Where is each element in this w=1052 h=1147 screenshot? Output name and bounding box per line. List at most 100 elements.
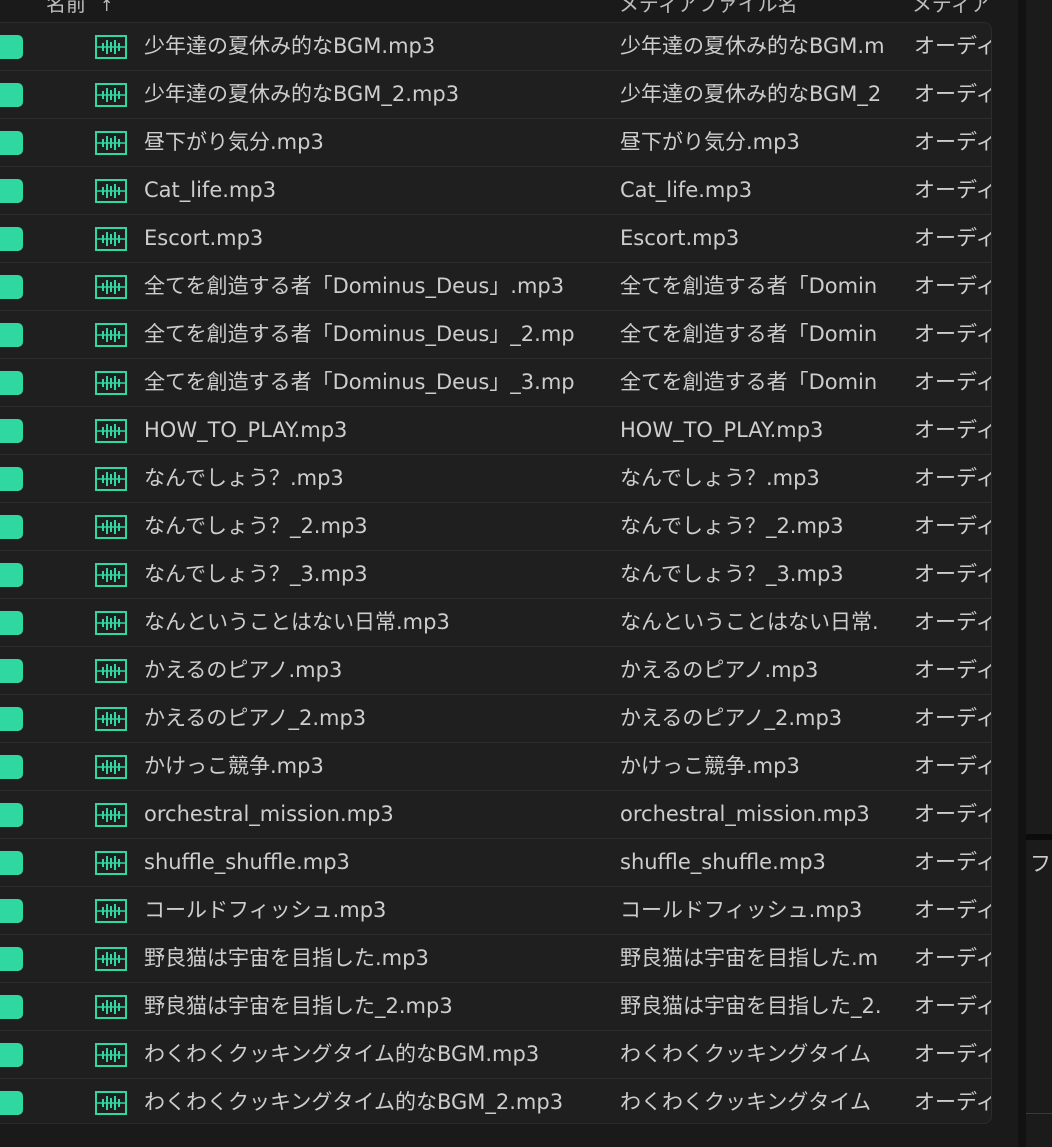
color-label-swatch[interactable] [0, 611, 23, 635]
clip-name: コールドフィッシュ.mp3 [144, 898, 387, 922]
audio-waveform-icon [95, 1091, 127, 1115]
table-row[interactable]: 全てを創造する者「Dominus_Deus」.mp3 全てを創造する者「Domin… [0, 263, 991, 311]
table-row[interactable]: かけっこ競争.mp3 かけっこ競争.mp3 オーディ [0, 743, 991, 791]
color-label-swatch[interactable] [0, 35, 23, 59]
audio-waveform-icon [95, 611, 127, 635]
table-row[interactable]: かえるのピアノ.mp3 かえるのピアノ.mp3 オーディ [0, 647, 991, 695]
table-row[interactable]: 少年達の夏休み的なBGM.mp3 少年達の夏休み的なBGM.m オーディ [0, 23, 991, 71]
clip-name: 全てを創造する者「Dominus_Deus」.mp3 [144, 274, 565, 298]
table-row[interactable]: 昼下がり気分.mp3 昼下がり気分.mp3 オーディ [0, 119, 991, 167]
audio-waveform-icon [95, 947, 127, 971]
audio-waveform-icon [95, 1043, 127, 1067]
table-row[interactable]: なんでしょう？_3.mp3 なんでしょう？_3.mp3 オーディ [0, 551, 991, 599]
color-label-swatch[interactable] [0, 227, 23, 251]
clip-name: 少年達の夏休み的なBGM_2.mp3 [144, 82, 460, 106]
color-label-swatch[interactable] [0, 899, 23, 923]
color-label-swatch[interactable] [0, 371, 23, 395]
table-row[interactable]: 野良猫は宇宙を目指した.mp3 野良猫は宇宙を目指した.m オーディ [0, 935, 991, 983]
color-label-swatch[interactable] [0, 659, 23, 683]
audio-waveform-icon [95, 563, 127, 587]
color-label-swatch[interactable] [0, 755, 23, 779]
media-type: オーディ [914, 610, 991, 634]
table-row[interactable]: わくわくクッキングタイム的なBGM.mp3 わくわくクッキングタイム オーディ [0, 1031, 991, 1079]
media-filename: shuffle_shuffle.mp3 [620, 850, 826, 874]
table-row[interactable]: わくわくクッキングタイム的なBGM_2.mp3 わくわくクッキングタイム オーディ [0, 1079, 991, 1123]
table-row[interactable]: orchestral_mission.mp3 orchestral_mission… [0, 791, 991, 839]
audio-waveform-icon [95, 419, 127, 443]
media-type: オーディ [914, 418, 991, 442]
media-filename: なんということはない日常. [620, 610, 879, 634]
audio-waveform-icon [95, 35, 127, 59]
media-type: オーディ [914, 178, 991, 202]
color-label-swatch[interactable] [0, 1091, 23, 1115]
color-label-swatch[interactable] [0, 515, 23, 539]
column-header: 名前 ↑ メディアファイル名 メディア [0, 0, 990, 22]
media-type: オーディ [914, 802, 991, 826]
table-row[interactable]: 野良猫は宇宙を目指した_2.mp3 野良猫は宇宙を目指した_2. オーディ [0, 983, 991, 1031]
media-type: オーディ [914, 466, 991, 490]
audio-waveform-icon [95, 323, 127, 347]
color-label-swatch[interactable] [0, 1043, 23, 1067]
clip-name: 少年達の夏休み的なBGM.mp3 [144, 34, 436, 58]
right-panel-divider[interactable] [1026, 834, 1052, 840]
table-row[interactable]: なんでしょう？_2.mp3 なんでしょう？_2.mp3 オーディ [0, 503, 991, 551]
media-filename-column-header[interactable]: メディアファイル名 [619, 0, 798, 17]
color-label-swatch[interactable] [0, 419, 23, 443]
table-row[interactable]: なんでしょう？.mp3 なんでしょう？.mp3 オーディ [0, 455, 991, 503]
media-type: オーディ [914, 226, 991, 250]
color-label-swatch[interactable] [0, 563, 23, 587]
media-type: オーディ [914, 706, 991, 730]
color-label-swatch[interactable] [0, 323, 23, 347]
media-type: オーディ [914, 82, 991, 106]
media-file-list: 少年達の夏休み的なBGM.mp3 少年達の夏休み的なBGM.m オーディ 少年達の夏休… [0, 22, 992, 1124]
media-type: オーディ [914, 898, 991, 922]
table-row[interactable]: 少年達の夏休み的なBGM_2.mp3 少年達の夏休み的なBGM_2 オーディ [0, 71, 991, 119]
table-row[interactable]: shuffle_shuffle.mp3 shuffle_shuffle.mp3 オー… [0, 839, 991, 887]
panel-splitter[interactable] [1018, 0, 1026, 1147]
name-column-header[interactable]: 名前 ↑ [46, 0, 113, 17]
clip-name: わくわくクッキングタイム的なBGM.mp3 [144, 1042, 540, 1066]
media-filename: コールドフィッシュ.mp3 [620, 898, 863, 922]
media-filename: かえるのピアノ_2.mp3 [620, 706, 843, 730]
media-type: オーディ [914, 130, 991, 154]
media-filename: かけっこ競争.mp3 [620, 754, 800, 778]
color-label-swatch[interactable] [0, 179, 23, 203]
table-row[interactable]: コールドフィッシュ.mp3 コールドフィッシュ.mp3 オーディ [0, 887, 991, 935]
media-type: オーディ [914, 34, 991, 58]
audio-waveform-icon [95, 851, 127, 875]
table-row[interactable]: Cat_life.mp3 Cat_life.mp3 オーディ [0, 167, 991, 215]
media-filename: わくわくクッキングタイム [620, 1042, 871, 1066]
right-panel [1026, 0, 1052, 1147]
clip-name: なんでしょう？_2.mp3 [144, 514, 368, 538]
media-filename: なんでしょう？.mp3 [620, 466, 820, 490]
table-row[interactable]: かえるのピアノ_2.mp3 かえるのピアノ_2.mp3 オーディ [0, 695, 991, 743]
audio-waveform-icon [95, 515, 127, 539]
clip-name: shuffle_shuffle.mp3 [144, 850, 350, 874]
audio-waveform-icon [95, 275, 127, 299]
media-filename: 少年達の夏休み的なBGM_2 [620, 82, 882, 106]
clip-name: Cat_life.mp3 [144, 178, 277, 202]
media-filename: 全てを創造する者「Domin [620, 274, 878, 298]
audio-waveform-icon [95, 83, 127, 107]
table-row[interactable]: HOW_TO_PLAY.mp3 HOW_TO_PLAY.mp3 オーディ [0, 407, 991, 455]
table-row[interactable]: 全てを創造する者「Dominus_Deus」_2.mp 全てを創造する者「Domi… [0, 311, 991, 359]
media-filename: 全てを創造する者「Domin [620, 322, 878, 346]
color-label-swatch[interactable] [0, 131, 23, 155]
media-filename: 野良猫は宇宙を目指した.m [620, 946, 879, 970]
sort-ascending-icon[interactable]: ↑ [100, 0, 113, 15]
table-row[interactable]: Escort.mp3 Escort.mp3 オーディ [0, 215, 991, 263]
color-label-swatch[interactable] [0, 467, 23, 491]
name-column-label: 名前 [46, 0, 86, 16]
color-label-swatch[interactable] [0, 947, 23, 971]
audio-waveform-icon [95, 227, 127, 251]
color-label-swatch[interactable] [0, 803, 23, 827]
color-label-swatch[interactable] [0, 83, 23, 107]
color-label-swatch[interactable] [0, 995, 23, 1019]
color-label-swatch[interactable] [0, 275, 23, 299]
media-type-column-header[interactable]: メディア [912, 0, 990, 17]
color-label-swatch[interactable] [0, 707, 23, 731]
audio-waveform-icon [95, 659, 127, 683]
table-row[interactable]: なんということはない日常.mp3 なんということはない日常. オーディ [0, 599, 991, 647]
color-label-swatch[interactable] [0, 851, 23, 875]
table-row[interactable]: 全てを創造する者「Dominus_Deus」_3.mp 全てを創造する者「Domi… [0, 359, 991, 407]
